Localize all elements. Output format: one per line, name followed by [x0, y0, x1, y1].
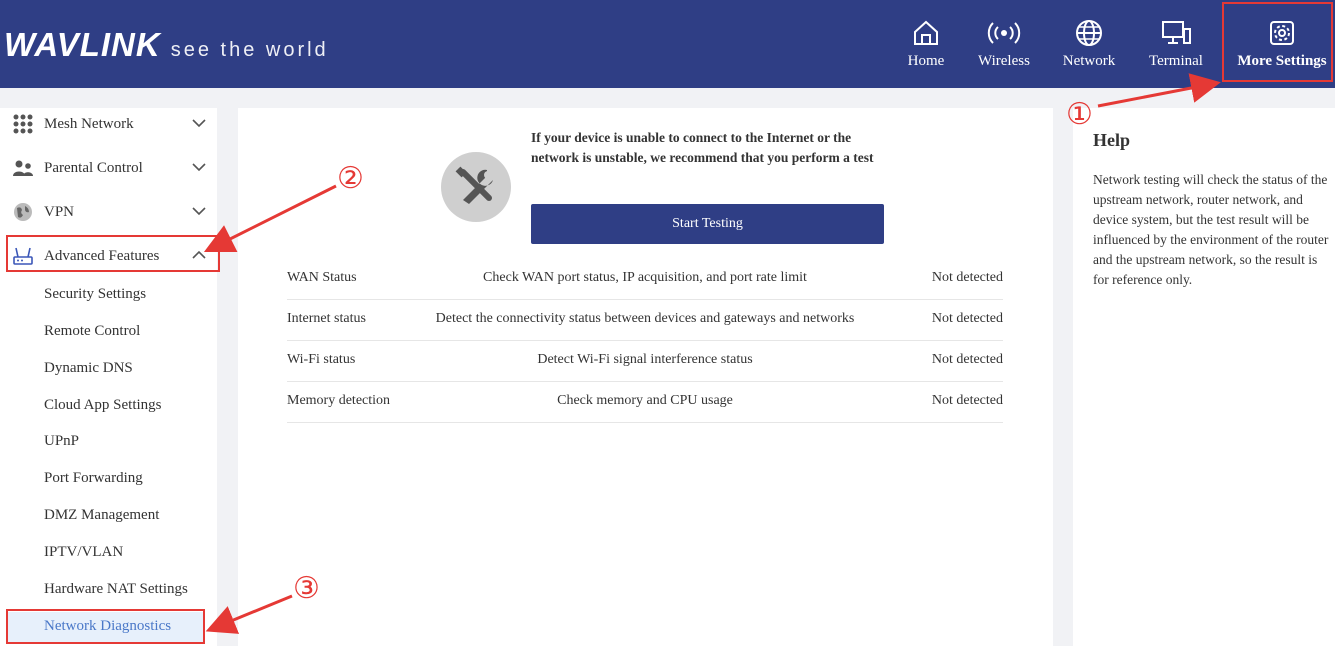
row-status: Not detected: [931, 270, 1003, 285]
nav-label: Terminal: [1149, 53, 1203, 69]
mesh-grid-icon: [12, 113, 34, 135]
sub-item-security-settings[interactable]: Security Settings: [44, 286, 146, 303]
top-header: WAVLINK see the world Home Wireless Netwo…: [0, 0, 1335, 88]
row-description: Detect Wi-Fi signal interference status: [537, 352, 753, 367]
nav-terminal[interactable]: Terminal: [1144, 0, 1208, 88]
sidebar-item-label: Parental Control: [44, 159, 143, 176]
brand-name: WAVLINK: [4, 26, 161, 63]
chevron-down-icon: [190, 202, 208, 225]
chevron-up-icon: [190, 246, 208, 269]
nav-more-settings[interactable]: More Settings: [1230, 0, 1334, 88]
row-description: Detect the connectivity status between d…: [435, 311, 855, 326]
table-row: Memory detection Check memory and CPU us…: [287, 381, 1003, 423]
nav-label: Wireless: [978, 53, 1030, 69]
sidebar-item-label: Mesh Network: [44, 115, 134, 132]
tools-icon: [441, 152, 511, 222]
sidebar: Mesh Network Parental Control VPN Advanc…: [0, 108, 217, 646]
terminal-icon: [1160, 18, 1192, 48]
brand-tagline: see the world: [170, 39, 329, 61]
annotation-number-1: ①: [1066, 98, 1093, 131]
sidebar-item-vpn[interactable]: VPN: [0, 194, 217, 230]
chevron-down-icon: [190, 158, 208, 181]
logo: WAVLINK see the world: [4, 26, 329, 64]
gear-icon: [1267, 18, 1297, 48]
annotation-number-3: ③: [293, 572, 320, 605]
sidebar-item-label: Advanced Features: [44, 247, 160, 264]
nav-label: Home: [907, 53, 945, 69]
nav-wireless[interactable]: Wireless: [968, 0, 1040, 88]
chevron-down-icon: [190, 114, 208, 137]
parental-icon: [12, 157, 34, 179]
row-description: Check memory and CPU usage: [557, 393, 733, 408]
sub-item-upnp[interactable]: UPnP: [44, 433, 79, 450]
row-status: Not detected: [931, 393, 1003, 408]
sub-item-cloud-app-settings[interactable]: Cloud App Settings: [44, 397, 162, 414]
row-status: Not detected: [931, 311, 1003, 326]
sub-item-hardware-nat-settings[interactable]: Hardware NAT Settings: [44, 581, 188, 598]
wireless-icon: [987, 18, 1021, 48]
sidebar-item-parental-control[interactable]: Parental Control: [0, 150, 217, 186]
row-status: Not detected: [931, 352, 1003, 367]
sub-item-iptv-vlan[interactable]: IPTV/VLAN: [44, 544, 123, 561]
nav-home[interactable]: Home: [896, 0, 956, 88]
nav-network[interactable]: Network: [1055, 0, 1123, 88]
sub-item-remote-control[interactable]: Remote Control: [44, 323, 140, 340]
router-icon: [12, 245, 34, 267]
sub-item-dynamic-dns[interactable]: Dynamic DNS: [44, 360, 133, 377]
sidebar-item-label: VPN: [44, 203, 75, 220]
home-icon: [911, 18, 941, 48]
start-testing-button[interactable]: Start Testing: [531, 204, 884, 244]
annotation-number-2: ②: [337, 162, 364, 195]
sidebar-item-advanced-features[interactable]: Advanced Features: [0, 238, 217, 274]
diagnostic-message: If your device is unable to connect to t…: [531, 130, 874, 165]
help-panel: Help Network testing will check the stat…: [1073, 108, 1335, 646]
nav-label: More Settings: [1237, 53, 1327, 69]
table-row: Wi-Fi status Detect Wi-Fi signal interfe…: [287, 340, 1003, 382]
sub-item-network-diagnostics[interactable]: Network Diagnostics: [8, 612, 204, 642]
table-row: WAN Status Check WAN port status, IP acq…: [287, 258, 1003, 300]
table-row: Internet status Detect the connectivity …: [287, 299, 1003, 341]
globe-icon: [1074, 18, 1104, 48]
nav-label: Network: [1062, 53, 1116, 69]
help-text: Network testing will check the status of…: [1093, 172, 1329, 287]
sub-item-port-forwarding[interactable]: Port Forwarding: [44, 470, 143, 487]
sub-item-label: Network Diagnostics: [44, 618, 172, 634]
sidebar-item-mesh-network[interactable]: Mesh Network: [0, 106, 217, 142]
row-description: Check WAN port status, IP acquisition, a…: [483, 270, 807, 285]
help-title: Help: [1093, 130, 1131, 150]
vpn-globe-icon: [12, 201, 34, 223]
sub-item-dmz-management[interactable]: DMZ Management: [44, 507, 159, 524]
